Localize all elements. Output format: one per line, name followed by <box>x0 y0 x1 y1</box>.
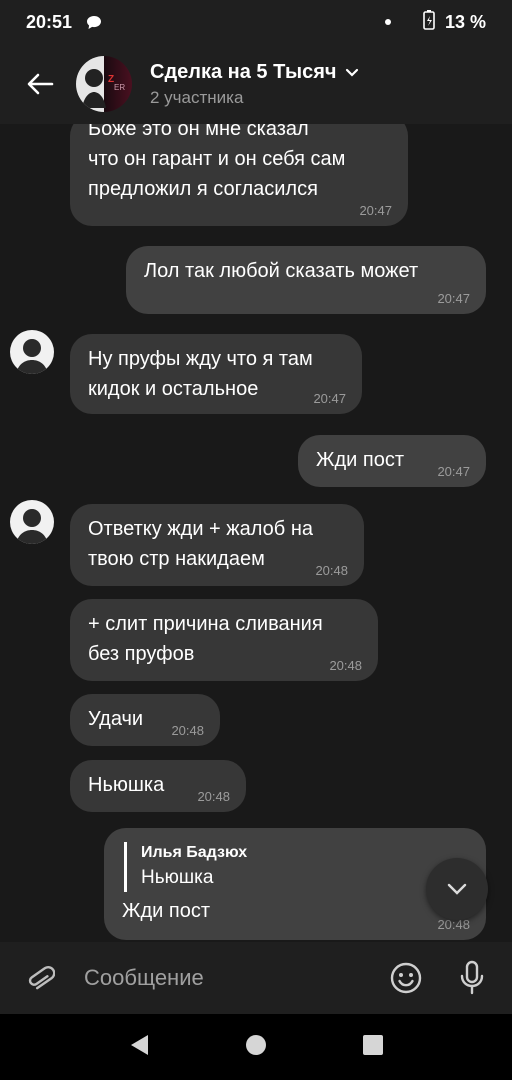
nav-back-icon[interactable] <box>128 1033 150 1062</box>
message-text: Лол так любой сказать может <box>144 260 419 282</box>
chat-title-text: Сделка на 5 Тысяч <box>150 60 337 83</box>
message-input[interactable]: Сообщение <box>84 965 386 991</box>
message-time: 20:48 <box>197 789 230 804</box>
chevron-down-icon <box>345 61 359 84</box>
battery-icon <box>423 9 435 35</box>
reply-quote[interactable]: Илья Бадзюх Ньюшка <box>124 842 468 892</box>
battery-level: 13 % <box>444 11 486 32</box>
message-time: 20:47 <box>437 291 470 306</box>
message-text: Ну пруфы жду что я там <box>88 348 313 370</box>
message-composer: Сообщение <box>0 942 512 1014</box>
chat-avatar[interactable]: Z ER <box>76 56 132 112</box>
status-time: 20:51 <box>26 11 73 32</box>
system-navigation-bar <box>0 1014 512 1080</box>
scroll-down-button[interactable] <box>426 858 488 920</box>
message-text: кидок и остальное <box>88 378 259 400</box>
message-time: 20:48 <box>171 723 204 738</box>
message-text: что он гарант и он себя сам <box>88 148 346 170</box>
message-time: 20:47 <box>313 391 346 406</box>
message-time: 20:48 <box>437 917 470 932</box>
message-text: Ответку жди + жалоб на <box>88 518 313 540</box>
message-bubble[interactable]: Ну пруфы жду что я там кидок и остальное… <box>70 334 362 414</box>
paperclip-icon[interactable] <box>20 958 60 998</box>
message-bubble[interactable]: + слит причина сливания без пруфов 20:48 <box>70 599 378 681</box>
message-bubble[interactable]: Боже это он мне сказал что он гарант и о… <box>70 124 408 226</box>
reply-author: Илья Бадзюх <box>141 844 248 861</box>
message-time: 20:48 <box>329 658 362 673</box>
sender-avatar[interactable] <box>10 500 54 544</box>
chat-header: Z ER Сделка на 5 Тысяч 2 участника <box>0 44 512 124</box>
message-bubble[interactable]: Жди пост 20:47 <box>298 435 486 487</box>
message-text: Жди пост <box>122 900 210 922</box>
arrow-left-icon[interactable] <box>10 54 70 114</box>
message-bubble[interactable]: Ответку жди + жалоб на твою стр накидаем… <box>70 504 364 586</box>
message-text: + слит причина сливания <box>88 613 323 635</box>
message-text: твою стр накидаем <box>88 548 265 570</box>
message-time: 20:47 <box>437 464 470 479</box>
message-list[interactable]: Боже это он мне сказал что он гарант и о… <box>0 124 512 942</box>
message-bubble[interactable]: Лол так любой сказать может 20:47 <box>126 246 486 314</box>
message-time: 20:47 <box>359 203 392 218</box>
nav-recents-icon[interactable] <box>362 1034 384 1061</box>
chat-title: Сделка на 5 Тысяч <box>150 61 359 84</box>
chevron-down-icon <box>447 883 467 895</box>
chat-title-block[interactable]: Сделка на 5 Тысяч 2 участника <box>150 61 359 108</box>
sender-avatar[interactable] <box>10 330 54 374</box>
message-text: предложил я согласился <box>88 178 318 200</box>
message-bubble[interactable]: Ньюшка 20:48 <box>70 760 246 812</box>
svg-text:ER: ER <box>114 83 125 92</box>
reply-text: Ньюшка <box>141 867 214 888</box>
chat-participants: 2 участника <box>150 87 244 107</box>
status-dot <box>384 19 391 25</box>
status-bar: 20:51 13 % <box>0 0 512 44</box>
message-text: без пруфов <box>88 643 195 665</box>
smiley-icon[interactable] <box>386 958 426 998</box>
message-text: Боже это он мне сказал <box>88 124 309 140</box>
nav-home-icon[interactable] <box>245 1034 267 1061</box>
microphone-icon[interactable] <box>452 958 492 998</box>
message-bubble[interactable]: Удачи 20:48 <box>70 694 220 746</box>
chat-notification-icon <box>86 15 102 29</box>
message-time: 20:48 <box>315 563 348 578</box>
